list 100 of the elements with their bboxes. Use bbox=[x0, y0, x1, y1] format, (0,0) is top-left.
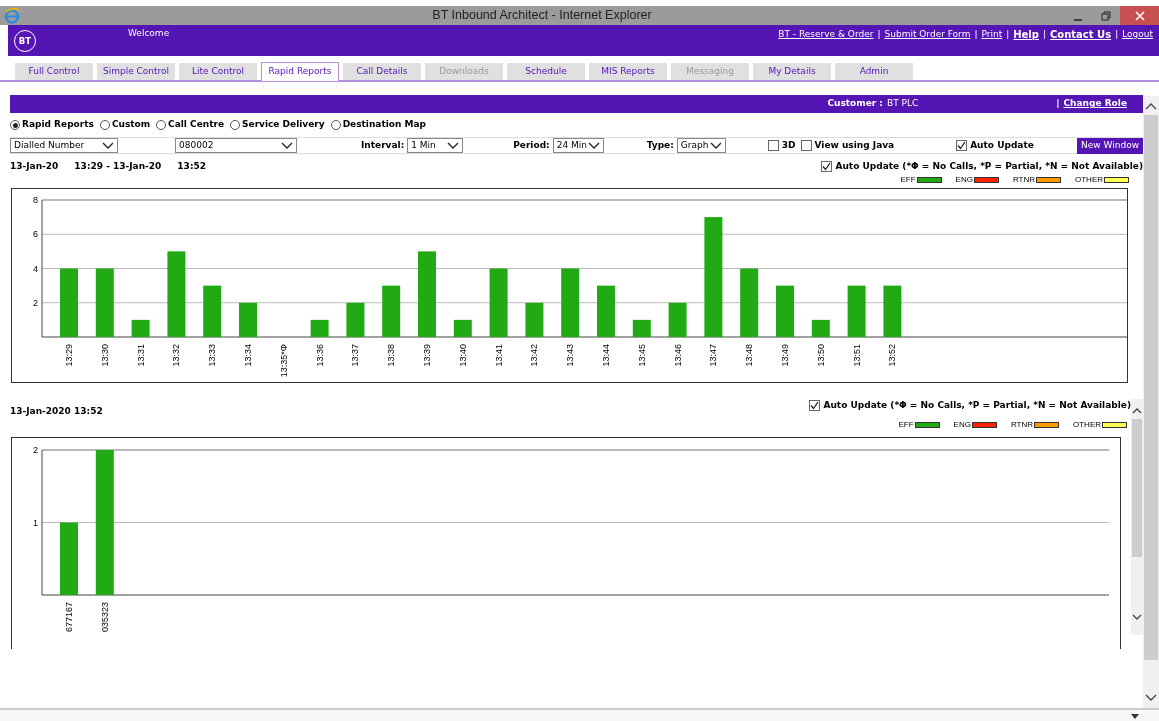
tab[interactable]: Full Control bbox=[15, 63, 93, 80]
radio-button[interactable] bbox=[156, 120, 167, 130]
header-link[interactable]: Logout bbox=[1122, 27, 1153, 42]
scroll-up-icon[interactable] bbox=[1132, 407, 1142, 415]
field-label: Interval: bbox=[361, 138, 405, 152]
header-link[interactable]: Submit Order Form bbox=[884, 27, 971, 42]
legend-label: EFF bbox=[898, 419, 914, 431]
bar bbox=[776, 285, 794, 337]
date-text: 13-Jan-20 bbox=[10, 160, 59, 173]
tab[interactable]: Admin bbox=[835, 63, 913, 80]
bar bbox=[60, 268, 78, 337]
category-label: 13:31 bbox=[135, 344, 146, 367]
bar bbox=[525, 302, 544, 337]
checkbox[interactable] bbox=[956, 140, 968, 151]
scroll-down-icon[interactable] bbox=[1145, 693, 1157, 702]
separator: | bbox=[1115, 27, 1119, 41]
caret-icon[interactable] bbox=[1131, 714, 1139, 720]
checkbox[interactable] bbox=[821, 161, 833, 173]
tab[interactable]: Call Details bbox=[343, 63, 421, 80]
axis-tick-label: 8 bbox=[33, 195, 38, 205]
header-link[interactable]: BT - Reserve & Order bbox=[778, 27, 874, 42]
header-link[interactable]: Help bbox=[1013, 27, 1039, 42]
bar bbox=[203, 285, 222, 337]
checkbox[interactable] bbox=[767, 140, 779, 151]
radio-label: Destination Map bbox=[342, 118, 427, 132]
radio-button[interactable] bbox=[10, 120, 20, 130]
interval-dropdown[interactable]: 1 Min bbox=[407, 138, 464, 153]
header-link[interactable]: Contact Us bbox=[1050, 27, 1112, 42]
category-label: 677167 bbox=[64, 602, 74, 633]
new-window-button[interactable]: New Window bbox=[1077, 137, 1143, 154]
category-label: 13:39 bbox=[422, 344, 432, 367]
scroll-down-icon[interactable] bbox=[1132, 613, 1142, 621]
checkbox[interactable] bbox=[800, 140, 812, 151]
dropdown-value: 1 Min bbox=[411, 138, 436, 152]
legend-label: RTNR bbox=[1012, 174, 1035, 186]
field-label: Type: bbox=[646, 138, 674, 152]
measure-dropdown[interactable]: Dialled Number bbox=[10, 138, 118, 153]
separator: | bbox=[877, 27, 881, 41]
scrollbar[interactable] bbox=[1131, 399, 1143, 635]
scroll-up-icon[interactable] bbox=[1145, 102, 1157, 111]
type-dropdown[interactable]: Graph bbox=[676, 138, 726, 153]
bar bbox=[95, 268, 114, 337]
category-label: 13:50 bbox=[815, 344, 826, 367]
restore-icon bbox=[1101, 10, 1111, 21]
category-label: 13:51 bbox=[851, 344, 862, 367]
category-label: 13:34 bbox=[243, 344, 253, 367]
customer-name: BT PLC bbox=[886, 97, 919, 111]
checkbox[interactable] bbox=[809, 400, 821, 412]
header-link[interactable]: Print bbox=[981, 27, 1003, 42]
radio-label: Service Delivery bbox=[242, 118, 325, 132]
chevron-down-icon bbox=[709, 141, 722, 150]
dropdown-value: 24 Min bbox=[556, 138, 587, 152]
category-label: 13:29 bbox=[64, 344, 74, 367]
radio-label: Custom bbox=[111, 118, 151, 132]
bar bbox=[453, 319, 472, 337]
tab[interactable]: MIS Reports bbox=[589, 63, 667, 80]
category-label: 13:42 bbox=[529, 344, 540, 367]
tab[interactable]: Rapid Reports bbox=[261, 62, 339, 81]
separator: | bbox=[974, 27, 978, 41]
date-text: 13-Jan-2020 13:52 bbox=[10, 405, 103, 418]
radio-label: Call Centre bbox=[168, 118, 225, 132]
scrollbar-thumb[interactable] bbox=[1144, 115, 1158, 660]
category-label: 13:35*Φ bbox=[278, 344, 289, 378]
axis-tick-label: 1 bbox=[33, 517, 38, 528]
auto-update-label: Auto Update (*Φ = No Calls, *P = Partial, *N = Not Available) bbox=[835, 160, 1143, 173]
category-label: 13:46 bbox=[672, 344, 683, 367]
axis-tick-label: 6 bbox=[33, 229, 38, 240]
radio-button[interactable] bbox=[230, 120, 241, 130]
scrollbar[interactable] bbox=[1143, 96, 1159, 708]
scrollbar-thumb[interactable] bbox=[1132, 419, 1142, 557]
bar bbox=[239, 302, 257, 337]
bar bbox=[131, 319, 150, 337]
bar bbox=[847, 285, 866, 337]
chevron-down-icon bbox=[102, 141, 114, 150]
tab[interactable]: My Details bbox=[753, 63, 831, 80]
tab[interactable]: Simple Control bbox=[97, 63, 175, 80]
category-label: 13:44 bbox=[601, 344, 611, 367]
axis-tick-label: 4 bbox=[33, 263, 38, 274]
legend-label: EFF bbox=[900, 174, 916, 186]
minimize-icon bbox=[1073, 19, 1083, 21]
category-label: 13:47 bbox=[708, 344, 719, 367]
bar bbox=[489, 268, 508, 337]
tab[interactable]: Schedule bbox=[507, 63, 585, 80]
chevron-down-icon bbox=[587, 141, 600, 150]
legend-label: RTNR bbox=[1010, 419, 1033, 431]
legend-label: ENG bbox=[955, 174, 973, 186]
legend-label: OTHER bbox=[1075, 174, 1103, 186]
period-dropdown[interactable]: 24 Min bbox=[552, 138, 604, 153]
tab[interactable]: Lite Control bbox=[179, 63, 257, 80]
radio-button[interactable] bbox=[99, 120, 110, 130]
category-label: 13:49 bbox=[780, 344, 790, 367]
number-dropdown[interactable]: 080002 bbox=[175, 138, 297, 153]
customer-label: Customer : bbox=[827, 97, 883, 111]
bar bbox=[740, 268, 759, 337]
radio-button[interactable] bbox=[330, 120, 341, 130]
date-text: 13:52 bbox=[177, 160, 206, 173]
category-label: 13:38 bbox=[386, 344, 397, 367]
bar bbox=[632, 319, 651, 337]
close-button[interactable] bbox=[1120, 6, 1159, 25]
change-role-link[interactable]: Change Role bbox=[1063, 97, 1127, 111]
